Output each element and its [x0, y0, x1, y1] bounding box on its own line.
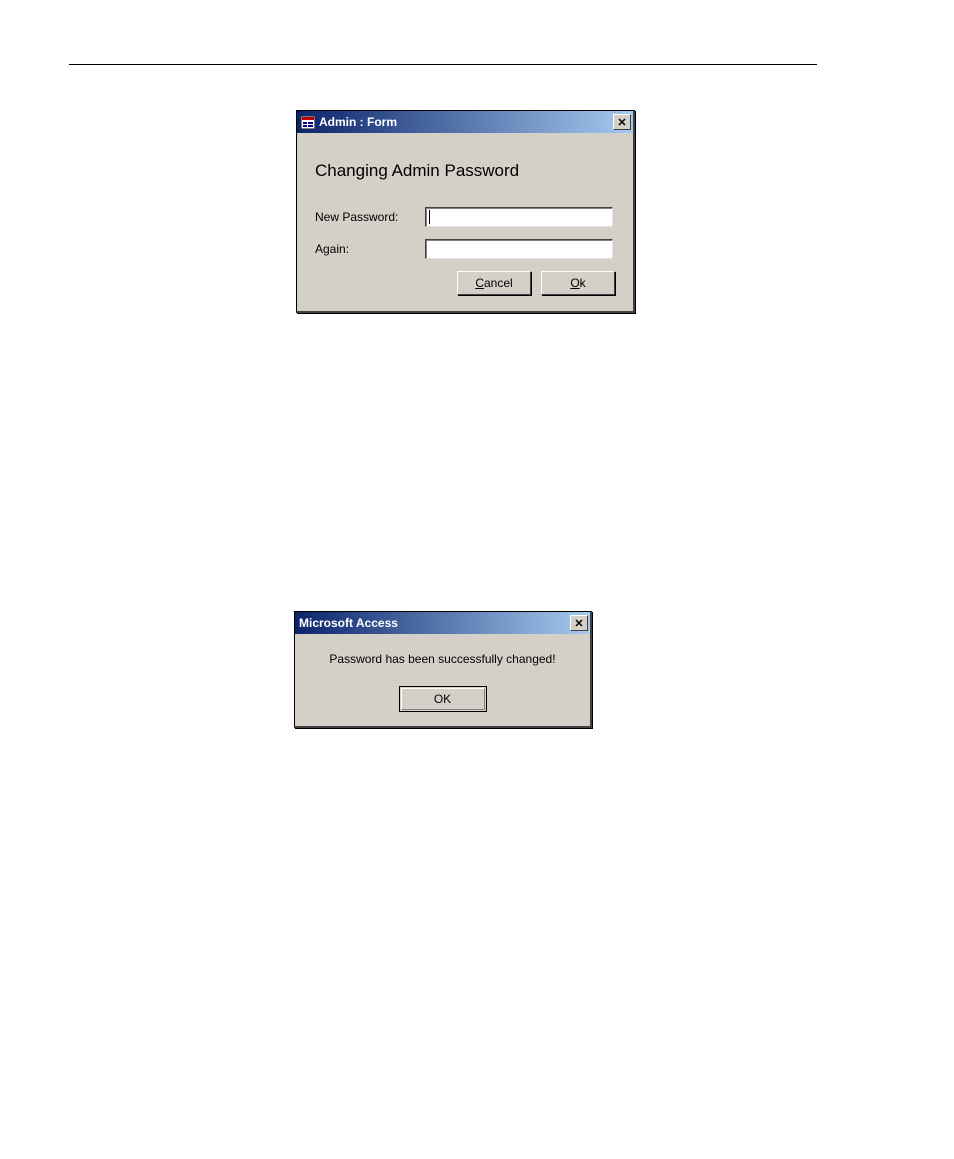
admin-form-dialog: Admin : Form ✕ Changing Admin Password N…	[296, 110, 635, 313]
form-icon	[301, 116, 315, 129]
again-row: Again:	[315, 239, 615, 259]
titlebar[interactable]: Microsoft Access ✕	[295, 612, 590, 634]
ok-accel: O	[570, 276, 579, 290]
new-password-input[interactable]	[425, 207, 613, 227]
dialog-heading: Changing Admin Password	[315, 161, 615, 181]
close-button[interactable]: ✕	[613, 114, 631, 130]
titlebar-text: Microsoft Access	[299, 616, 398, 630]
new-password-row: New Password:	[315, 207, 615, 227]
message-text: Password has been successfully changed!	[329, 652, 555, 666]
ok-rest: k	[580, 276, 586, 290]
new-password-label: New Password:	[315, 210, 425, 224]
titlebar-text: Admin : Form	[319, 115, 397, 129]
cancel-button[interactable]: Cancel	[457, 271, 531, 295]
ok-button[interactable]: OK	[399, 686, 487, 712]
again-input[interactable]	[425, 239, 613, 259]
close-button[interactable]: ✕	[570, 615, 588, 631]
close-icon: ✕	[617, 116, 626, 129]
ok-button[interactable]: Ok	[541, 271, 615, 295]
text-caret	[429, 210, 430, 224]
again-label: Again:	[315, 242, 425, 256]
cancel-rest: ancel	[484, 276, 513, 290]
dialog-body: Changing Admin Password New Password: Ag…	[297, 133, 633, 311]
cancel-accel: C	[475, 276, 484, 290]
dialog-body: Password has been successfully changed! …	[295, 634, 590, 726]
close-icon: ✕	[574, 617, 583, 630]
button-row: Cancel Ok	[425, 271, 615, 295]
ok-label: OK	[434, 692, 451, 706]
horizontal-rule	[69, 64, 817, 65]
message-dialog: Microsoft Access ✕ Password has been suc…	[294, 611, 592, 728]
titlebar[interactable]: Admin : Form ✕	[297, 111, 633, 133]
